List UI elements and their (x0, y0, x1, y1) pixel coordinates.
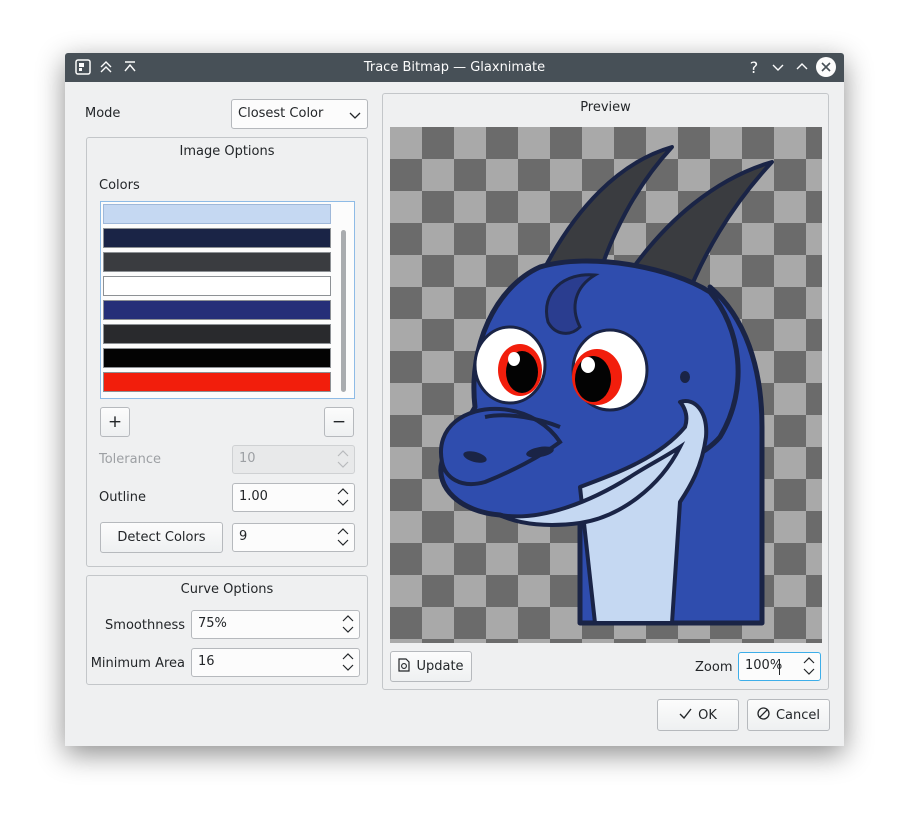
detect-count-spinbox[interactable]: 9 (232, 523, 355, 552)
mode-select[interactable]: Closest Color (231, 99, 368, 129)
chevron-down-icon (349, 109, 361, 124)
cancel-button[interactable]: Cancel (747, 699, 830, 731)
preview-canvas[interactable] (390, 127, 822, 643)
minimize-icon[interactable] (768, 57, 788, 77)
tolerance-spinbox[interactable]: 10 (232, 445, 355, 474)
update-button-label: Update (416, 659, 464, 674)
mode-label: Mode (85, 106, 121, 121)
ok-button[interactable]: OK (657, 699, 739, 731)
color-swatch[interactable] (103, 228, 331, 248)
minimum-area-label: Minimum Area (90, 656, 185, 671)
outline-spinbox[interactable]: 1.00 (232, 483, 355, 512)
update-button[interactable]: Update (390, 651, 472, 682)
mode-select-value: Closest Color (238, 106, 324, 121)
color-swatch[interactable] (103, 324, 331, 344)
tolerance-value: 10 (239, 451, 256, 466)
window-title: Trace Bitmap — Glaxnimate (363, 60, 546, 75)
keep-above-icon[interactable] (96, 57, 116, 77)
close-icon[interactable] (816, 57, 836, 77)
app-menu-icon[interactable] (73, 57, 93, 77)
spin-arrows-icon[interactable] (336, 527, 350, 547)
spin-arrows-icon[interactable] (802, 656, 816, 676)
smoothness-value: 75% (198, 616, 227, 631)
preview-group: Preview Update Zoom 100% (382, 93, 829, 690)
smoothness-label: Smoothness (105, 618, 185, 633)
spin-arrows-icon[interactable] (341, 652, 355, 672)
color-swatch[interactable] (103, 348, 331, 368)
add-color-button[interactable]: + (100, 407, 130, 437)
spin-arrows-icon (336, 449, 350, 469)
colors-label: Colors (99, 178, 140, 193)
zoom-spinbox[interactable]: 100% (738, 652, 821, 681)
maximize-icon[interactable] (792, 57, 812, 77)
cancel-button-label: Cancel (775, 707, 821, 723)
outline-label: Outline (99, 490, 147, 505)
color-swatch[interactable] (103, 276, 331, 296)
minimum-area-spinbox[interactable]: 16 (191, 648, 360, 677)
trace-bitmap-dialog: Trace Bitmap — Glaxnimate ? Mode Closest… (65, 53, 844, 746)
ok-button-label: OK (698, 707, 717, 723)
color-list-scrollbar[interactable] (341, 230, 346, 392)
checkmark-icon (679, 708, 692, 723)
smoothness-spinbox[interactable]: 75% (191, 610, 360, 639)
tolerance-label: Tolerance (99, 452, 161, 467)
spin-arrows-icon[interactable] (341, 614, 355, 634)
zoom-value: 100% (745, 658, 783, 673)
text-cursor (779, 659, 780, 675)
curve-options-title: Curve Options (180, 582, 274, 597)
color-swatch[interactable] (103, 372, 331, 392)
curve-options-group: Curve Options Smoothness 75% Minimum Are… (86, 575, 368, 685)
refresh-document-icon (398, 657, 411, 676)
color-swatch[interactable] (103, 204, 331, 224)
color-swatch[interactable] (103, 252, 331, 272)
minimum-area-value: 16 (198, 654, 215, 669)
remove-color-button[interactable]: − (324, 407, 354, 437)
cancel-icon (757, 706, 770, 724)
preview-title: Preview (580, 100, 631, 115)
image-options-title: Image Options (179, 144, 275, 159)
color-swatch[interactable] (103, 300, 331, 320)
title-bar[interactable]: Trace Bitmap — Glaxnimate ? (65, 53, 844, 82)
color-list[interactable] (100, 201, 355, 399)
dragon-preview-image (438, 145, 774, 626)
help-icon[interactable]: ? (744, 57, 764, 77)
spin-arrows-icon[interactable] (336, 487, 350, 507)
detect-count-value: 9 (239, 529, 248, 544)
zoom-label: Zoom (695, 660, 733, 675)
outline-value: 1.00 (239, 489, 268, 504)
detect-colors-button[interactable]: Detect Colors (100, 522, 223, 553)
image-options-group: Image Options Colors + − Tolerance 10 Ou… (86, 137, 368, 567)
shade-icon[interactable] (120, 57, 140, 77)
